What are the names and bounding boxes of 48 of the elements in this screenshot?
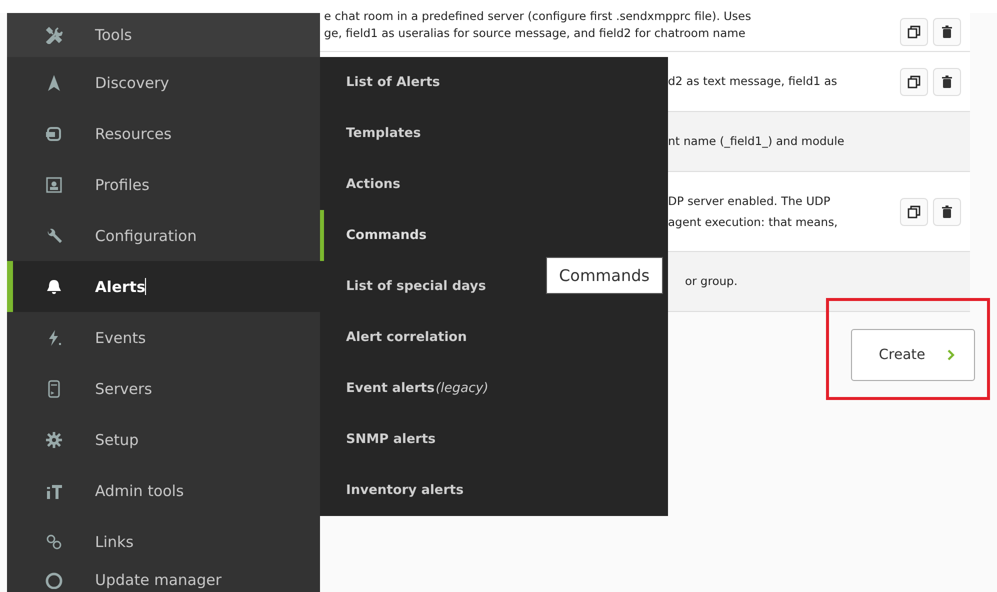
sidebar-item[interactable]: Admin tools: [7, 465, 320, 516]
sidebar-item[interactable]: Update manager: [7, 567, 320, 592]
submenu-item[interactable]: Alert correlation: [320, 312, 479, 363]
sidebar-item[interactable]: Tools: [7, 13, 320, 57]
sidebar-item[interactable]: Servers: [7, 363, 320, 414]
tools-icon: [45, 26, 63, 44]
submenu-item[interactable]: List of special days: [320, 261, 498, 312]
trash-icon: [940, 25, 954, 39]
sidebar-item[interactable]: Alerts: [7, 261, 320, 312]
submenu-item[interactable]: Templates: [320, 108, 433, 159]
create-button[interactable]: Create: [851, 329, 975, 381]
chevron-right-icon: [947, 349, 956, 361]
copy-icon: [907, 74, 921, 88]
sidebar-item[interactable]: Configuration: [7, 210, 320, 261]
description-text: DP server enabled. The UDP agent execution: that means,: [668, 192, 838, 230]
person-card-icon: [45, 176, 63, 194]
submenu-item[interactable]: Actions: [320, 159, 412, 210]
submenu-item[interactable]: Event alerts(legacy): [320, 363, 500, 414]
delete-button[interactable]: [933, 198, 961, 226]
gear-icon: [45, 430, 63, 448]
submenu-item[interactable]: List of Alerts: [320, 57, 452, 108]
copy-button[interactable]: [900, 198, 928, 226]
tooltip: Commands: [546, 257, 663, 294]
sidebar-item[interactable]: Events: [7, 312, 320, 363]
sidebar-item[interactable]: Profiles: [7, 159, 320, 210]
description-text: or group.: [685, 273, 738, 290]
sidebar-item[interactable]: Discovery: [7, 57, 320, 108]
copy-button[interactable]: [900, 18, 928, 46]
trash-icon: [940, 74, 954, 88]
copy-icon: [907, 25, 921, 39]
copy-icon: [907, 204, 921, 218]
submenu-item[interactable]: SNMP alerts: [320, 414, 448, 465]
description-text: e chat room in a predefined server (configure first .sendxmpprc file). Uses ge, field1 as useralias for source message, and field2 for chatroom name: [323, 8, 752, 42]
sidebar-item[interactable]: Resources: [7, 108, 320, 159]
copy-button[interactable]: [900, 68, 928, 96]
submenu-item[interactable]: Inventory alerts: [320, 465, 476, 516]
submenu-item[interactable]: Commands: [320, 210, 439, 261]
bell-icon: [45, 278, 63, 296]
description-text: nt name (_field1_) and module: [668, 133, 844, 150]
wrench-icon: [45, 226, 63, 244]
trash-icon: [940, 204, 954, 218]
description-text: d2 as text message, field1 as: [668, 73, 838, 90]
delete-button[interactable]: [933, 68, 961, 96]
sidebar-item[interactable]: Links: [7, 516, 320, 567]
delete-button[interactable]: [933, 18, 961, 46]
sidebar-item[interactable]: Setup: [7, 414, 320, 465]
text-cursor: [145, 278, 146, 295]
link-icon: [45, 532, 63, 550]
